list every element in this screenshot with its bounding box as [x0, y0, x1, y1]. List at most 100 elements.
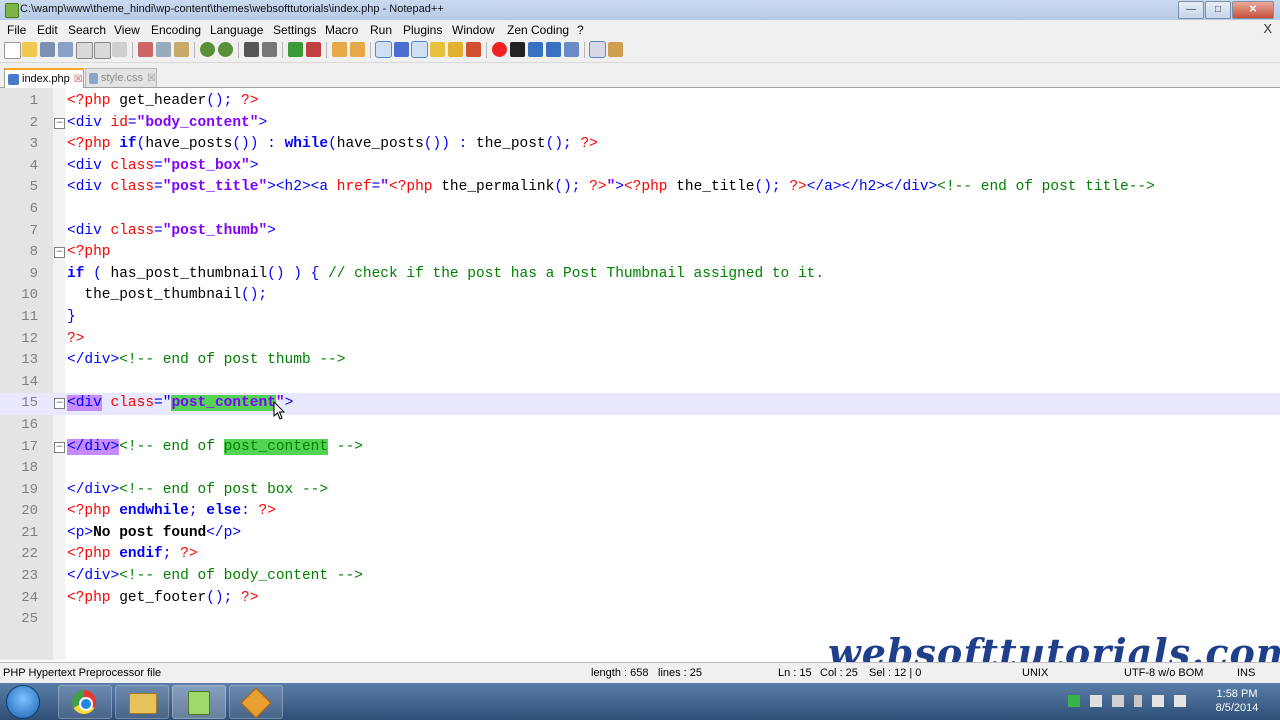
menu-language[interactable]: Language [210, 23, 263, 37]
close-tab-icon[interactable]: ☒ [74, 74, 83, 85]
find-icon[interactable] [244, 42, 259, 57]
code-line[interactable]: 11} [0, 307, 1280, 329]
menu-plugins[interactable]: Plugins [403, 23, 442, 37]
function-list-icon[interactable] [466, 42, 481, 57]
close-document-icon[interactable]: X [1263, 21, 1272, 36]
close-all-icon[interactable] [94, 42, 111, 59]
wamp-taskbar-icon[interactable] [229, 685, 283, 719]
tray-wamp-icon[interactable] [1068, 695, 1080, 707]
new-file-icon[interactable] [4, 42, 21, 59]
menu-encoding[interactable]: Encoding [151, 23, 201, 37]
code-line[interactable]: 7 <div class="post_thumb"> [0, 221, 1280, 243]
tab-style-css[interactable]: style.css ☒ [85, 68, 157, 87]
zoom-out-icon[interactable] [306, 42, 321, 57]
save-all-icon[interactable] [58, 42, 73, 57]
code-lines[interactable]: 1 <?php get_header(); ?> 2− <div id="body_c… [0, 91, 1280, 631]
close-tab-icon[interactable]: ☒ [147, 73, 156, 84]
menu-edit[interactable]: Edit [37, 23, 58, 37]
taskbar-clock[interactable]: 1:58 PM 8/5/2014 [1206, 687, 1268, 715]
spell-check-icon[interactable] [589, 41, 606, 58]
code-line[interactable]: 22 <?php endif; ?> [0, 544, 1280, 566]
code-line[interactable]: 18 [0, 458, 1280, 480]
code-line[interactable]: 8 − <?php [0, 242, 1280, 264]
record-macro-icon[interactable] [492, 42, 507, 57]
tray-power-icon[interactable] [1134, 695, 1142, 707]
menu-macro[interactable]: Macro [325, 23, 358, 37]
fold-toggle-icon[interactable]: − [54, 247, 65, 259]
fold-toggle-icon[interactable]: − [54, 117, 65, 129]
code-line[interactable]: 4 <div class="post_box"> [0, 156, 1280, 178]
minimize-button[interactable]: — [1178, 1, 1204, 19]
save-icon[interactable] [40, 42, 55, 57]
tray-network-icon[interactable] [1152, 695, 1164, 707]
stop-macro-icon[interactable] [510, 42, 525, 57]
menu-settings[interactable]: Settings [273, 23, 316, 37]
menu-run[interactable]: Run [370, 23, 392, 37]
indent-guide-icon[interactable] [411, 41, 428, 58]
explorer-taskbar-icon[interactable] [115, 685, 169, 719]
tray-volume-icon[interactable] [1174, 695, 1186, 707]
code-editor[interactable]: 1 <?php get_header(); ?> 2− <div id="body_c… [0, 88, 1280, 660]
menu-file[interactable]: File [7, 23, 26, 37]
fold-toggle-icon[interactable]: − [54, 441, 65, 453]
replace-icon[interactable] [262, 42, 277, 57]
menu-view[interactable]: View [114, 23, 140, 37]
word-wrap-icon[interactable] [375, 41, 392, 58]
code-line[interactable]: 25 [0, 609, 1280, 631]
code-line[interactable]: 24 <?php get_footer(); ?> [0, 588, 1280, 610]
sync-horizontal-icon[interactable] [350, 42, 365, 57]
play-macro-icon[interactable] [528, 42, 543, 57]
undo-icon[interactable] [200, 42, 215, 57]
copy-icon[interactable] [156, 42, 171, 57]
code-line[interactable]: 13 </div><!-- end of post thumb --> [0, 350, 1280, 372]
print-icon[interactable] [112, 42, 127, 57]
maximize-button[interactable]: □ [1205, 1, 1231, 19]
line-number: 5 [29, 179, 38, 196]
tab-index-php[interactable]: index.php ☒ [4, 68, 84, 88]
tray-flag-icon[interactable] [1112, 695, 1124, 707]
code-line[interactable]: 16 [0, 415, 1280, 437]
windows-taskbar: 1:58 PM 8/5/2014 [0, 683, 1280, 720]
run-macro-multiple-icon[interactable] [546, 42, 561, 57]
code-line[interactable]: 10 the_post_thumbnail(); [0, 285, 1280, 307]
menu-help[interactable]: ? [577, 23, 584, 37]
plugin-tool-icon[interactable] [608, 42, 623, 57]
line-number: 6 [29, 200, 38, 217]
code-line[interactable]: 9 if ( has_post_thumbnail() ) { // check … [0, 264, 1280, 286]
doc-map-icon[interactable] [448, 42, 463, 57]
code-line[interactable]: 3 <?php if(have_posts()) : while(have_pos… [0, 134, 1280, 156]
windows-start-button[interactable] [6, 685, 40, 719]
chrome-taskbar-icon[interactable] [58, 685, 112, 719]
code-line[interactable]: 15 − <div class="post_content"> [0, 393, 1280, 415]
fold-toggle-icon[interactable]: − [54, 398, 65, 410]
close-window-button[interactable]: ✕ [1232, 1, 1274, 19]
code-line[interactable]: 20 <?php endwhile; else: ?> [0, 501, 1280, 523]
show-all-chars-icon[interactable] [394, 42, 409, 57]
code-line[interactable]: 12 ?> [0, 329, 1280, 351]
code-line[interactable]: 1 <?php get_header(); ?> [0, 91, 1280, 113]
sync-vertical-icon[interactable] [332, 42, 347, 57]
code-line[interactable]: 19 </div><!-- end of post box --> [0, 480, 1280, 502]
save-macro-icon[interactable] [564, 42, 579, 57]
user-language-icon[interactable] [430, 42, 445, 57]
code-line[interactable]: 14 [0, 372, 1280, 394]
menu-zen-coding[interactable]: Zen Coding [507, 23, 569, 37]
code-line[interactable]: 21 <p>No post found</p> [0, 523, 1280, 545]
line-number: 25 [21, 611, 38, 628]
menu-window[interactable]: Window [452, 23, 495, 37]
open-file-icon[interactable] [22, 42, 37, 57]
cut-icon[interactable] [138, 42, 153, 57]
code-line[interactable]: 23 </div><!-- end of body_content --> [0, 566, 1280, 588]
paste-icon[interactable] [174, 42, 189, 57]
redo-icon[interactable] [218, 42, 233, 57]
menu-search[interactable]: Search [68, 23, 106, 37]
code-line[interactable]: 6 [0, 199, 1280, 221]
code-line[interactable]: 2 − <div id="body_content"> [0, 113, 1280, 135]
zoom-in-icon[interactable] [288, 42, 303, 57]
tray-monitor-icon[interactable] [1090, 695, 1102, 707]
close-file-icon[interactable] [76, 42, 93, 59]
code-text: if ( has_post_thumbnail() ) { // check i… [67, 265, 825, 282]
notepadpp-taskbar-icon[interactable] [172, 685, 226, 719]
code-line[interactable]: 5 <div class="post_title"><h2><a href="<?… [0, 177, 1280, 199]
code-line[interactable]: 17 − </div><!-- end of post_content --> [0, 437, 1280, 459]
